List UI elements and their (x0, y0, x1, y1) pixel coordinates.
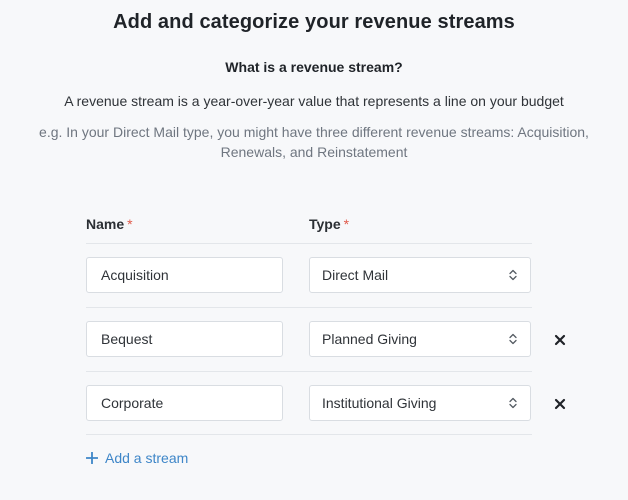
stream-type-value: Institutional Giving (322, 395, 437, 411)
stream-name-input[interactable] (86, 257, 283, 293)
stream-type-value: Direct Mail (322, 267, 389, 283)
remove-stream-close-icon[interactable] (552, 332, 568, 348)
page-title: Add and categorize your revenue streams (113, 11, 515, 33)
chevron-up-down-icon (509, 333, 517, 345)
stream-name-input[interactable] (86, 385, 283, 421)
row-divider (86, 371, 532, 372)
required-marker: * (127, 216, 133, 232)
type-column-header: Type * (309, 216, 349, 232)
chevron-up-down-icon (509, 269, 517, 281)
stream-type-value: Planned Giving (322, 331, 417, 347)
section-subtitle: What is a revenue stream? (225, 59, 403, 75)
stream-type-select[interactable]: Direct Mail (309, 257, 531, 293)
stream-type-select[interactable]: Planned Giving (309, 321, 531, 357)
row-divider (86, 434, 532, 435)
required-marker: * (343, 216, 350, 232)
stream-type-select[interactable]: Institutional Giving (309, 385, 531, 421)
description-text: A revenue stream is a year-over-year val… (64, 93, 564, 109)
remove-stream-close-icon[interactable] (552, 396, 568, 412)
name-column-label: Name (86, 216, 125, 232)
example-text: e.g. In your Direct Mail type, you might… (39, 124, 589, 160)
row-divider (86, 243, 532, 244)
row-divider (86, 307, 532, 308)
chevron-up-down-icon (509, 397, 517, 409)
plus-icon (86, 452, 98, 464)
type-column-label: Type (309, 216, 341, 232)
add-stream-button[interactable]: Add a stream (86, 450, 188, 466)
add-stream-label: Add a stream (105, 450, 189, 466)
revenue-streams-page: Add and categorize your revenue streams … (0, 0, 628, 500)
name-column-header: Name * (86, 216, 133, 232)
stream-name-input[interactable] (86, 321, 283, 357)
